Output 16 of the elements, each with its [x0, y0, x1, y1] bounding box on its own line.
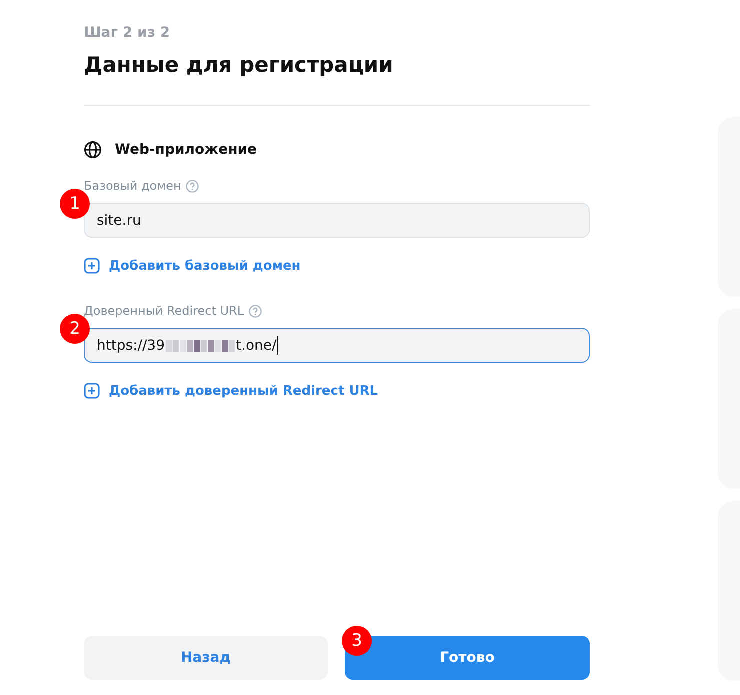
globe-icon [84, 141, 102, 159]
plus-icon [84, 383, 100, 399]
add-link[interactable]: Добавить доверенный Redirect URL [84, 383, 378, 399]
section-title: Web-приложение [115, 142, 258, 158]
help-icon[interactable] [186, 180, 200, 192]
add-link[interactable]: Добавить базовый домен [84, 258, 301, 274]
input-field[interactable]: https://39 t.one/ [84, 328, 590, 363]
step-counter: Шаг 2 из 2 [84, 25, 172, 41]
step-marker: 3 [342, 626, 372, 656]
step-marker: 1 [60, 189, 90, 219]
page-title: Данные для регистрации [84, 53, 394, 77]
redacted-text-icon [166, 340, 235, 352]
back-button[interactable]: Назад [84, 636, 328, 680]
plus-icon [84, 258, 100, 274]
help-icon[interactable] [249, 304, 262, 318]
input-field[interactable]: site.ru [84, 203, 590, 238]
